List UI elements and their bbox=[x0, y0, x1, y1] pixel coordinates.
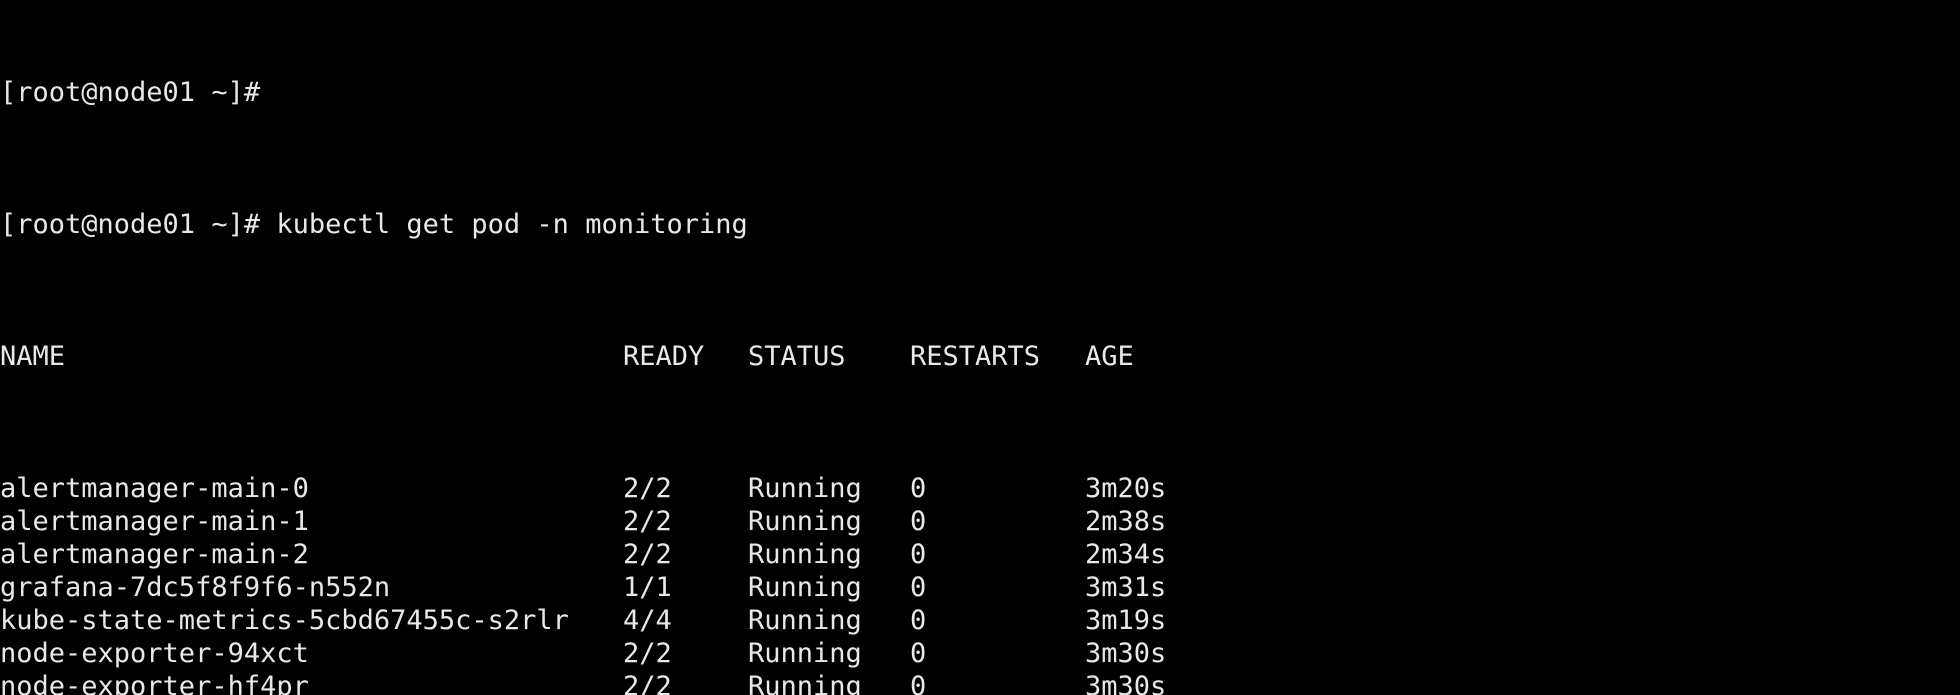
cell-age: 2m34s bbox=[1085, 539, 1167, 570]
terminal-screen: [root@node01 ~]# [root@node01 ~]# kubect… bbox=[0, 0, 1960, 695]
table-header-row: NAME READY STATUS RESTARTS AGE bbox=[0, 340, 1960, 373]
cell-age: 2m38s bbox=[1085, 506, 1167, 537]
cell-ready: 4/4 bbox=[623, 605, 672, 636]
cell-ready: 2/2 bbox=[623, 473, 672, 504]
cell-name: alertmanager-main-0 bbox=[0, 473, 309, 504]
cell-restarts: 0 bbox=[910, 572, 927, 603]
cell-status: Running bbox=[748, 572, 862, 603]
cell-name: node-exporter-hf4pr bbox=[0, 671, 309, 695]
cell-status: Running bbox=[748, 638, 862, 669]
cell-age: 3m20s bbox=[1085, 473, 1167, 504]
cell-restarts: 0 bbox=[910, 539, 927, 570]
cell-ready: 2/2 bbox=[623, 506, 672, 537]
terminal-window[interactable]: [root@node01 ~]# [root@node01 ~]# kubect… bbox=[0, 0, 1960, 695]
cell-ready: 2/2 bbox=[623, 671, 672, 695]
cell-age: 3m30s bbox=[1085, 671, 1167, 695]
cell-status: Running bbox=[748, 539, 862, 570]
column-header-age: AGE bbox=[1085, 341, 1134, 372]
cell-status: Running bbox=[748, 605, 862, 636]
table-row: node-exporter-hf4pr 2/2 Running 0 3m30s bbox=[0, 670, 1960, 695]
cell-ready: 1/1 bbox=[623, 572, 672, 603]
cell-status: Running bbox=[748, 671, 862, 695]
cell-restarts: 0 bbox=[910, 671, 927, 695]
cell-status: Running bbox=[748, 473, 862, 504]
table-row: alertmanager-main-1 2/2 Running 0 2m38s bbox=[0, 505, 1960, 538]
column-header-restarts: RESTARTS bbox=[910, 341, 1041, 372]
cell-name: grafana-7dc5f8f9f6-n552n bbox=[0, 572, 391, 603]
table-row: alertmanager-main-2 2/2 Running 0 2m34s bbox=[0, 538, 1960, 571]
table-row: kube-state-metrics-5cbd67455c-s2rlr 4/4 Ru… bbox=[0, 604, 1960, 637]
column-header-ready: READY bbox=[623, 341, 705, 372]
cell-age: 3m30s bbox=[1085, 638, 1167, 669]
cell-restarts: 0 bbox=[910, 473, 927, 504]
column-header-status: STATUS bbox=[748, 341, 846, 372]
column-header-name: NAME bbox=[0, 341, 66, 372]
table-row: alertmanager-main-0 2/2 Running 0 3m20s bbox=[0, 472, 1960, 505]
cell-name: alertmanager-main-2 bbox=[0, 539, 309, 570]
cell-name: node-exporter-94xct bbox=[0, 638, 309, 669]
cell-restarts: 0 bbox=[910, 638, 927, 669]
cell-name: alertmanager-main-1 bbox=[0, 506, 309, 537]
table-body: alertmanager-main-0 2/2 Running 0 3m20s alert… bbox=[0, 472, 1960, 695]
table-row: node-exporter-94xct 2/2 Running 0 3m30s bbox=[0, 637, 1960, 670]
cell-age: 3m31s bbox=[1085, 572, 1167, 603]
cell-restarts: 0 bbox=[910, 605, 927, 636]
cell-ready: 2/2 bbox=[623, 638, 672, 669]
cell-status: Running bbox=[748, 506, 862, 537]
prompt-line-scrolled-top: [root@node01 ~]# bbox=[0, 77, 261, 108]
cell-ready: 2/2 bbox=[623, 539, 672, 570]
cell-name: kube-state-metrics-5cbd67455c-s2rlr bbox=[0, 605, 569, 636]
command-line: [root@node01 ~]# kubectl get pod -n moni… bbox=[0, 209, 748, 240]
cell-restarts: 0 bbox=[910, 506, 927, 537]
cell-age: 3m19s bbox=[1085, 605, 1167, 636]
table-row: grafana-7dc5f8f9f6-n552n 1/1 Running 0 3m31s bbox=[0, 571, 1960, 604]
